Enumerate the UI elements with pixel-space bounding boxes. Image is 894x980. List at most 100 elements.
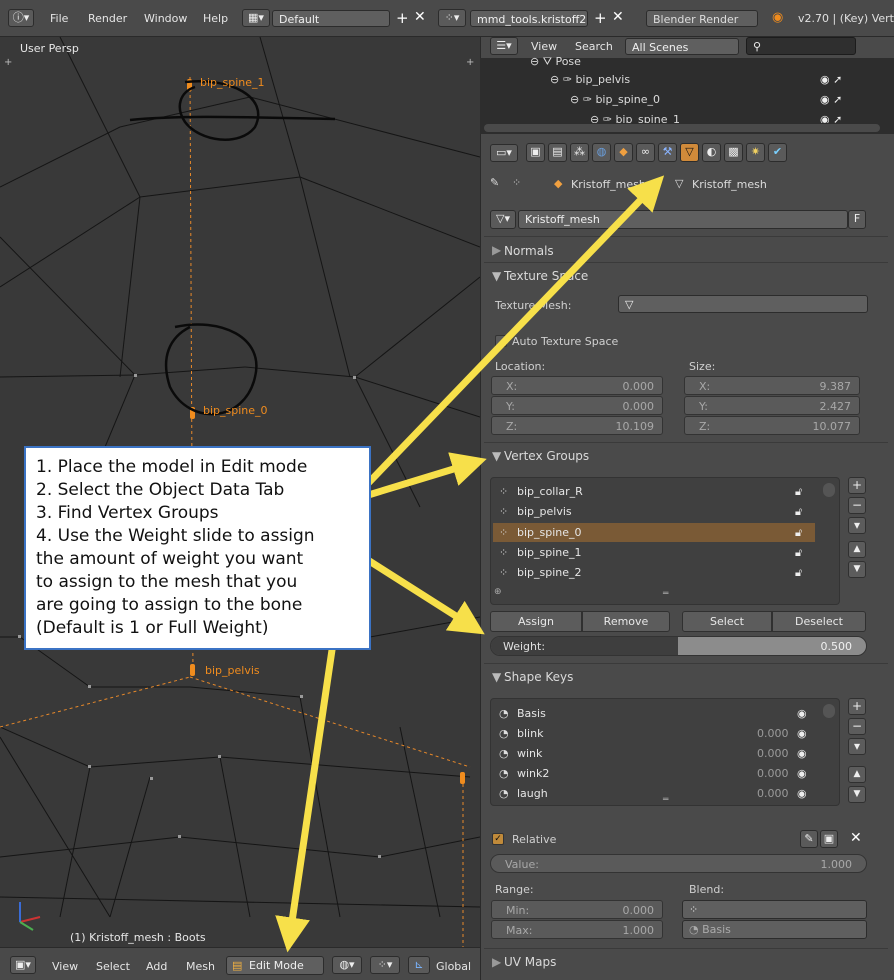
menu-window[interactable]: Window: [144, 12, 187, 25]
layout-icon[interactable]: ▦▾: [242, 9, 270, 27]
lock-icon[interactable]: 🔓︎: [795, 546, 802, 560]
range-min-field[interactable]: Min: 0.000: [491, 900, 663, 919]
menu-help[interactable]: Help: [203, 12, 228, 25]
remove-shape-key-button[interactable]: −: [848, 718, 866, 735]
vertex-group-item[interactable]: ⁘ bip_spine_0 🔓︎: [493, 522, 815, 542]
add-vertex-group-button[interactable]: +: [848, 477, 866, 494]
collapse-icon[interactable]: ▼: [492, 449, 501, 463]
clear-shape-icon[interactable]: ✕: [850, 830, 862, 846]
shape-value-slider[interactable]: Value: 1.000: [490, 854, 867, 873]
eye-icon[interactable]: ◉: [797, 787, 807, 800]
pin-icon[interactable]: ✎: [490, 176, 499, 189]
menu-select[interactable]: Select: [96, 960, 130, 973]
object-tab-icon[interactable]: ◆: [614, 143, 633, 162]
size-x-field[interactable]: X: 9.387: [684, 376, 860, 395]
render-layers-tab-icon[interactable]: ▤: [548, 143, 567, 162]
list-scrollbar[interactable]: [823, 483, 835, 497]
outliner-row-pelvis[interactable]: ⊖ ✑ bip_pelvis: [550, 73, 630, 86]
properties-editor-icon[interactable]: ▭▾: [490, 144, 518, 162]
menu-file[interactable]: File: [50, 12, 68, 25]
mesh-datablock-field[interactable]: Kristoff_mesh: [518, 210, 848, 229]
shape-specials-menu-icon[interactable]: ▾: [848, 738, 866, 755]
close-scene-icon[interactable]: ✕: [612, 9, 624, 25]
move-down-icon[interactable]: ▼: [848, 786, 866, 803]
particles-tab-icon[interactable]: ✷: [746, 143, 765, 162]
world-tab-icon[interactable]: ◍: [592, 143, 611, 162]
fake-user-button[interactable]: F: [848, 210, 866, 229]
scene-tab-icon[interactable]: ⁂: [570, 143, 589, 162]
pin-shape-icon[interactable]: ✎: [800, 830, 818, 848]
shape-key-list[interactable]: ◔ Basis ◉ ◔ blink 0.000 ◉ ◔ wink 0.000 ◉ ◔ wink2 0.00…: [490, 698, 840, 806]
location-z-field[interactable]: Z: 10.109: [491, 416, 663, 435]
material-tab-icon[interactable]: ◐: [702, 143, 721, 162]
modifiers-tab-icon[interactable]: ⚒: [658, 143, 677, 162]
transform-orientation[interactable]: Global: [436, 960, 471, 973]
outliner-tree[interactable]: ⊖ ⛛ Pose ⊖ ✑ bip_pelvis ⊖ ✑ bip_spine_0 …: [480, 55, 894, 134]
remove-button[interactable]: Remove: [582, 611, 670, 632]
outliner-menu-search[interactable]: Search: [575, 40, 613, 53]
viewport-plus-icon-right[interactable]: +: [466, 57, 474, 68]
outliner-editor-icon[interactable]: ☰▾: [490, 37, 518, 55]
close-layout-icon[interactable]: ✕: [414, 9, 426, 25]
weight-slider[interactable]: Weight: 0.500: [490, 636, 867, 656]
lock-icon[interactable]: 🔓︎: [795, 566, 802, 580]
move-down-icon[interactable]: ▼: [848, 561, 866, 578]
outliner-row-spine-0[interactable]: ⊖ ✑ bip_spine_0: [570, 93, 660, 106]
pivot-icon[interactable]: ⁘▾: [370, 956, 400, 974]
vertex-group-item[interactable]: ⁘ bip_spine_2 🔓︎: [493, 563, 815, 582]
resize-handle-icon[interactable]: ═: [663, 795, 668, 805]
lock-icon[interactable]: 🔓︎: [795, 485, 802, 499]
uv-maps-panel[interactable]: ▶ UV Maps: [484, 948, 888, 974]
resize-handle-icon[interactable]: ═: [663, 589, 668, 599]
eye-icon[interactable]: ◉ ➚: [820, 73, 842, 86]
manipulator-icon[interactable]: ⊾: [408, 956, 430, 974]
list-filter-icon[interactable]: ⊕: [494, 587, 502, 597]
eye-icon[interactable]: ◉: [797, 767, 807, 780]
normals-panel[interactable]: ▶ Normals: [484, 236, 888, 262]
add-scene-icon[interactable]: +: [594, 9, 607, 27]
outliner-row-spine-1[interactable]: ⊖ ✑ bip_spine_1: [590, 113, 680, 123]
scene-icon[interactable]: ⁘▾: [438, 9, 466, 27]
range-max-field[interactable]: Max: 1.000: [491, 920, 663, 939]
shading-icon[interactable]: ◍▾: [332, 956, 362, 974]
collapse-icon[interactable]: ▼: [492, 670, 501, 684]
info-icon[interactable]: ⓘ▾: [8, 9, 34, 27]
location-x-field[interactable]: X: 0.000: [491, 376, 663, 395]
size-z-field[interactable]: Z: 10.077: [684, 416, 860, 435]
vertex-group-item[interactable]: ⁘ bip_spine_1 🔓︎: [493, 543, 815, 562]
eye-icon[interactable]: ◉ ➚: [820, 93, 842, 106]
editor-type-icon[interactable]: ▣▾: [10, 956, 36, 974]
remove-vertex-group-button[interactable]: −: [848, 497, 866, 514]
lock-icon[interactable]: 🔓︎: [795, 526, 802, 540]
outliner-menu-view[interactable]: View: [531, 40, 557, 53]
assign-button[interactable]: Assign: [490, 611, 582, 632]
menu-view[interactable]: View: [52, 960, 78, 973]
relative-checkbox[interactable]: ✓: [492, 833, 504, 845]
specials-menu-icon[interactable]: ▾: [848, 517, 866, 534]
size-y-field[interactable]: Y: 2.427: [684, 396, 860, 415]
edit-mode-shape-icon[interactable]: ▣: [820, 830, 838, 848]
object-data-tab-icon[interactable]: ▽: [680, 143, 699, 162]
add-layout-icon[interactable]: +: [396, 9, 409, 27]
texture-tab-icon[interactable]: ▩: [724, 143, 743, 162]
select-button[interactable]: Select: [682, 611, 772, 632]
eye-icon[interactable]: ◉ ➚: [820, 113, 842, 123]
shape-key-item[interactable]: ◔ laugh 0.000 ◉: [493, 784, 815, 803]
deselect-button[interactable]: Deselect: [772, 611, 866, 632]
mode-select[interactable]: ▤ Edit Mode: [226, 956, 324, 975]
constraints-tab-icon[interactable]: ∞: [636, 143, 655, 162]
vertex-group-list[interactable]: ⁘ bip_collar_R 🔓︎ ⁘ bip_pelvis 🔓︎ ⁘ bip_spine_0…: [490, 477, 840, 605]
outliner-scope-select[interactable]: All Scenes: [625, 38, 739, 55]
layout-field[interactable]: Default: [272, 10, 390, 27]
viewport-plus-icon[interactable]: +: [4, 57, 12, 68]
menu-render[interactable]: Render: [88, 12, 127, 25]
texture-mesh-field[interactable]: ▽: [618, 295, 868, 313]
list-scrollbar[interactable]: [823, 704, 835, 718]
add-shape-key-button[interactable]: +: [848, 698, 866, 715]
eye-icon[interactable]: ◉: [797, 727, 807, 740]
menu-mesh[interactable]: Mesh: [186, 960, 215, 973]
shape-key-item[interactable]: ◔ Basis ◉: [493, 704, 815, 723]
collapse-icon[interactable]: ▼: [492, 269, 501, 283]
move-up-icon[interactable]: ▲: [848, 766, 866, 783]
mesh-browse-icon[interactable]: ▽▾: [490, 210, 516, 229]
